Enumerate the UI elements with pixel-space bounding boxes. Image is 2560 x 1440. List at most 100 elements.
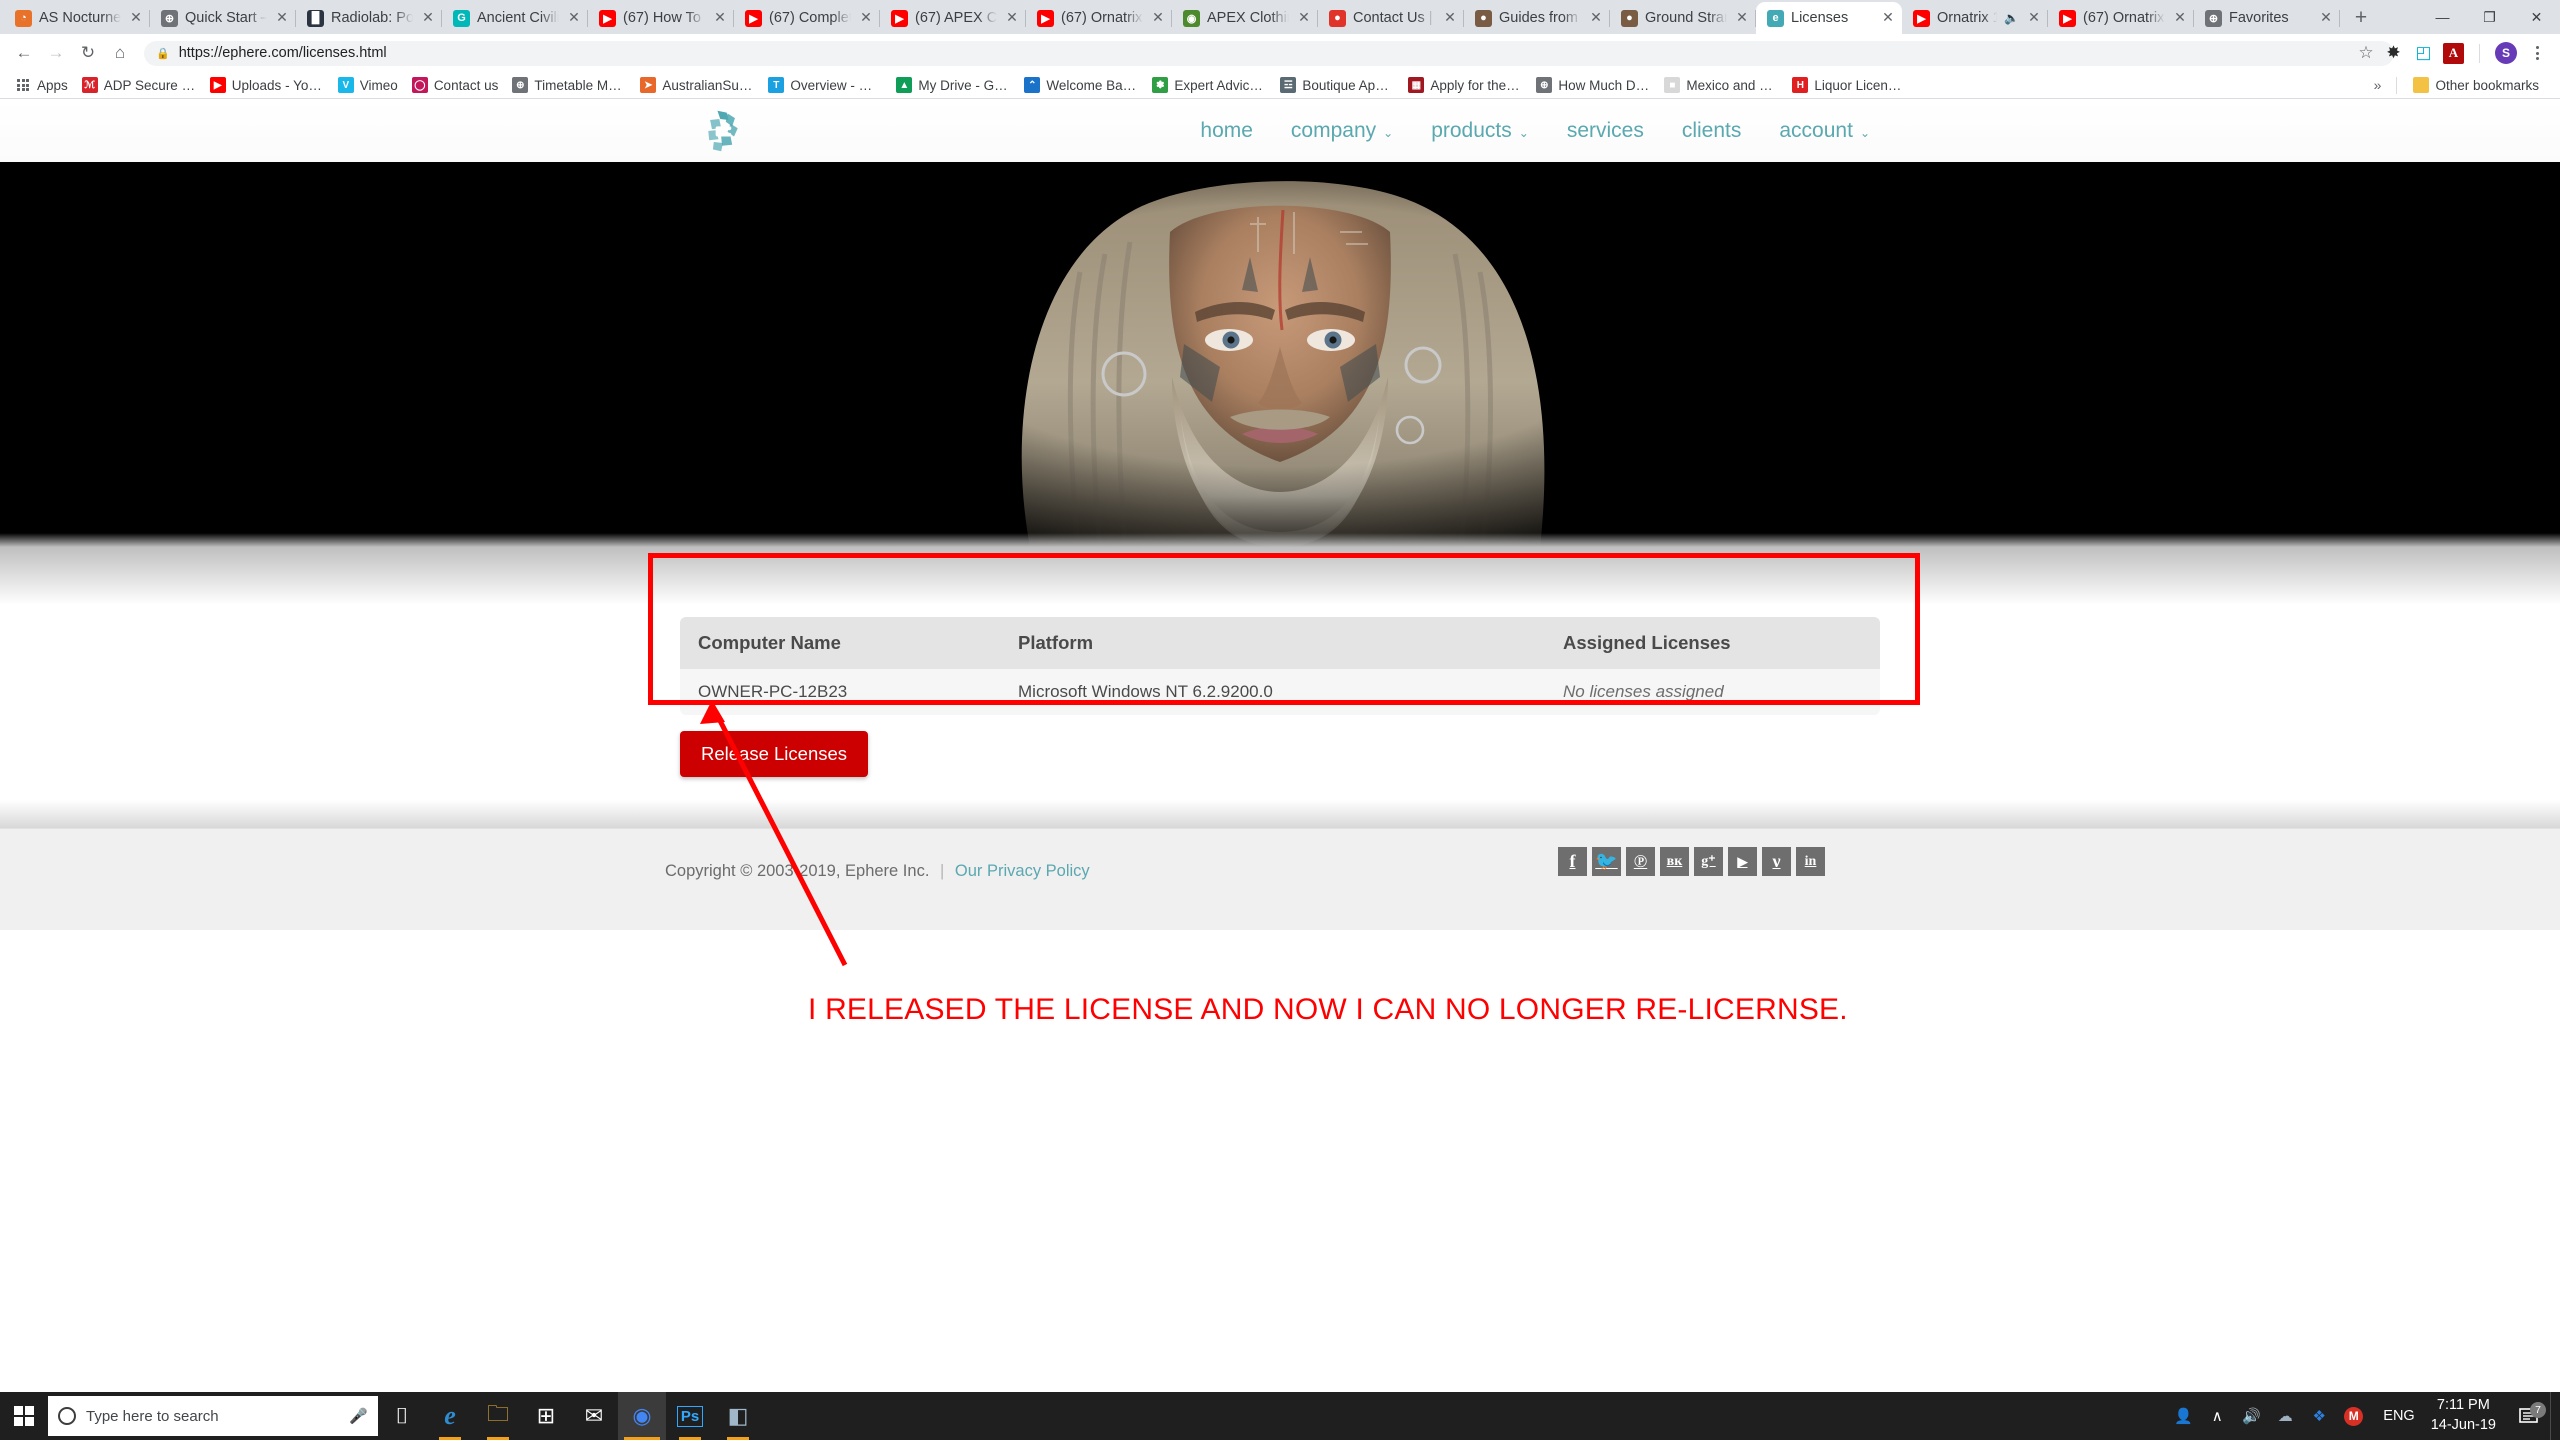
browser-tab[interactable]: ▶ (67) Complete 3 ✕	[734, 2, 880, 34]
unknown-app-icon[interactable]: ◧	[714, 1392, 762, 1440]
bookmark-item[interactable]: ⌃ Welcome Back - Pr...	[1018, 74, 1146, 96]
release-licenses-button[interactable]: Release Licenses	[680, 731, 869, 777]
photoshop-icon[interactable]: Ps	[666, 1392, 714, 1440]
browser-tab[interactable]: ● Ground Strands ✕	[1610, 2, 1756, 34]
bookmark-item[interactable]: ✽ Expert Advice for Fi...	[1146, 74, 1274, 96]
nav-item-clients[interactable]: clients	[1682, 119, 1742, 143]
minimize-button[interactable]: —	[2419, 0, 2466, 34]
tab-close-button[interactable]: ✕	[2026, 10, 2042, 26]
close-window-button[interactable]: ✕	[2513, 0, 2560, 34]
browser-tab[interactable]: ● Guides from Sh ✕	[1464, 2, 1610, 34]
extension-dark-icon[interactable]: ✸	[2383, 43, 2404, 64]
reload-button[interactable]: ↻	[73, 38, 103, 68]
bookmark-item[interactable]: ⊕ Timetable Melbour...	[506, 74, 634, 96]
clock[interactable]: 7:11 PM 14-Jun-19	[2427, 1396, 2508, 1435]
tab-close-button[interactable]: ✕	[858, 10, 874, 26]
tab-close-button[interactable]: ✕	[1734, 10, 1750, 26]
bookmark-item[interactable]: ■ Mexico and Mariac...	[1658, 74, 1786, 96]
google-plus-icon[interactable]: g⁺	[1694, 847, 1723, 876]
bookmark-item[interactable]: ◯ Contact us	[406, 74, 507, 96]
back-button[interactable]: ←	[9, 38, 39, 68]
tab-close-button[interactable]: ✕	[1296, 10, 1312, 26]
bookmark-item[interactable]: H Liquor Licence Con...	[1786, 74, 1914, 96]
tab-close-button[interactable]: ✕	[2318, 10, 2334, 26]
tab-close-button[interactable]: ✕	[420, 10, 436, 26]
bookmark-item[interactable]: T Overview - My Acc...	[762, 74, 890, 96]
browser-tab[interactable]: e Licenses ✕	[1756, 2, 1902, 34]
browser-tab[interactable]: ▶ Ornatrix 10 🔈 ✕	[1902, 2, 2048, 34]
adobe-acrobat-icon[interactable]: A	[2443, 42, 2464, 64]
twitter-icon[interactable]: 🐦	[1592, 847, 1621, 876]
tab-close-button[interactable]: ✕	[1442, 10, 1458, 26]
browser-tab[interactable]: ▶ (67) APEX Cloth ✕	[880, 2, 1026, 34]
browser-tab[interactable]: ◉ APEX Clothing ✕	[1172, 2, 1318, 34]
bookmarks-overflow-icon[interactable]: »	[2369, 77, 2387, 93]
home-button[interactable]: ⌂	[105, 38, 135, 68]
profile-avatar[interactable]: S	[2495, 42, 2517, 64]
bookmark-item[interactable]: ▶ Uploads - YouTube	[204, 74, 332, 96]
people-icon[interactable]: 👤	[2166, 1407, 2200, 1425]
taskbar-search-box[interactable]: Type here to search 🎤	[48, 1396, 378, 1436]
tab-close-button[interactable]: ✕	[274, 10, 290, 26]
new-tab-button[interactable]: +	[2346, 3, 2376, 33]
nav-item-account[interactable]: account ⌄	[1779, 119, 1870, 143]
tab-close-button[interactable]: ✕	[128, 10, 144, 26]
tab-close-button[interactable]: ✕	[1004, 10, 1020, 26]
nav-item-products[interactable]: products ⌄	[1431, 119, 1529, 143]
browser-tab[interactable]: ⊕ Favorites ✕	[2194, 2, 2340, 34]
dropbox-icon[interactable]: ❖	[2302, 1407, 2336, 1425]
onedrive-icon[interactable]: ☁	[2268, 1407, 2302, 1425]
chrome-menu-icon[interactable]	[2526, 46, 2548, 60]
tab-mute-icon[interactable]: 🔈	[2004, 11, 2019, 25]
forward-button[interactable]: →	[41, 38, 71, 68]
start-button[interactable]	[0, 1392, 48, 1440]
bookmark-star-icon[interactable]: ☆	[2351, 38, 2381, 68]
tab-close-button[interactable]: ✕	[566, 10, 582, 26]
microsoft-store-icon[interactable]: ⊞	[522, 1392, 570, 1440]
tab-close-button[interactable]: ✕	[1150, 10, 1166, 26]
vimeo-icon[interactable]: ν	[1762, 847, 1791, 876]
bookmark-item[interactable]: ℳ ADP Secure Client L...	[76, 74, 204, 96]
tab-close-button[interactable]: ✕	[712, 10, 728, 26]
facebook-icon[interactable]: f	[1558, 847, 1587, 876]
bookmark-item[interactable]: V Vimeo	[332, 74, 406, 96]
chevron-up-icon[interactable]: ∧	[2200, 1407, 2234, 1425]
nav-item-home[interactable]: home	[1200, 119, 1253, 143]
maximize-button[interactable]: ❐	[2466, 0, 2513, 34]
language-indicator[interactable]: ENG	[2371, 1408, 2426, 1424]
browser-tab[interactable]: ● Contact Us | KM ✕	[1318, 2, 1464, 34]
nav-item-services[interactable]: services	[1567, 119, 1644, 143]
notifications-button[interactable]: 7	[2508, 1402, 2550, 1425]
google-chrome-icon[interactable]: ◉	[618, 1392, 666, 1440]
linkedin-icon[interactable]: in	[1796, 847, 1825, 876]
tab-close-button[interactable]: ✕	[1588, 10, 1604, 26]
show-desktop-button[interactable]	[2550, 1392, 2556, 1440]
browser-tab[interactable]: ◔ AS Nocturne | 3 ✕	[4, 2, 150, 34]
vk-icon[interactable]: вк	[1660, 847, 1689, 876]
browser-tab[interactable]: ▶ (67) Ornatrix 3d ✕	[1026, 2, 1172, 34]
youtube-icon[interactable]: ▶	[1728, 847, 1757, 876]
bookmark-item[interactable]: ⊕ How Much Do I Ne...	[1530, 74, 1658, 96]
bookmark-item[interactable]: ☲ Boutique Apartmen...	[1274, 74, 1402, 96]
mail-icon[interactable]: ✉	[570, 1392, 618, 1440]
ephere-logo[interactable]	[700, 108, 746, 154]
microsoft-edge-icon[interactable]: e	[426, 1392, 474, 1440]
volume-icon[interactable]: 🔊	[2234, 1407, 2268, 1425]
bookmark-item[interactable]: ➤ AustralianSuper -...	[634, 74, 762, 96]
browser-tab[interactable]: ▶ (67) How To Rig ✕	[588, 2, 734, 34]
other-bookmarks-folder[interactable]: Other bookmarks	[2407, 74, 2547, 96]
apps-shortcut[interactable]: Apps	[9, 74, 76, 96]
gmail-icon[interactable]: M	[2344, 1406, 2364, 1426]
browser-tab[interactable]: ▶ (67) Ornatrix 10 ✕	[2048, 2, 2194, 34]
browser-tab[interactable]: ⊕ Quick Start — I ✕	[150, 2, 296, 34]
microphone-icon[interactable]: 🎤	[349, 1407, 368, 1425]
tab-close-button[interactable]: ✕	[1880, 10, 1896, 26]
nav-item-company[interactable]: company ⌄	[1291, 119, 1393, 143]
browser-tab[interactable]: G Ancient Civiliza ✕	[442, 2, 588, 34]
bookmark-item[interactable]: ▦ Apply for the First...	[1402, 74, 1530, 96]
browser-tab[interactable]: █ Radiolab: Podca ✕	[296, 2, 442, 34]
tab-close-button[interactable]: ✕	[2172, 10, 2188, 26]
pinterest-icon[interactable]: ℗	[1626, 847, 1655, 876]
privacy-policy-link[interactable]: Our Privacy Policy	[955, 862, 1090, 880]
address-bar[interactable]: 🔒 https://ephere.com/licenses.html	[144, 40, 2394, 66]
